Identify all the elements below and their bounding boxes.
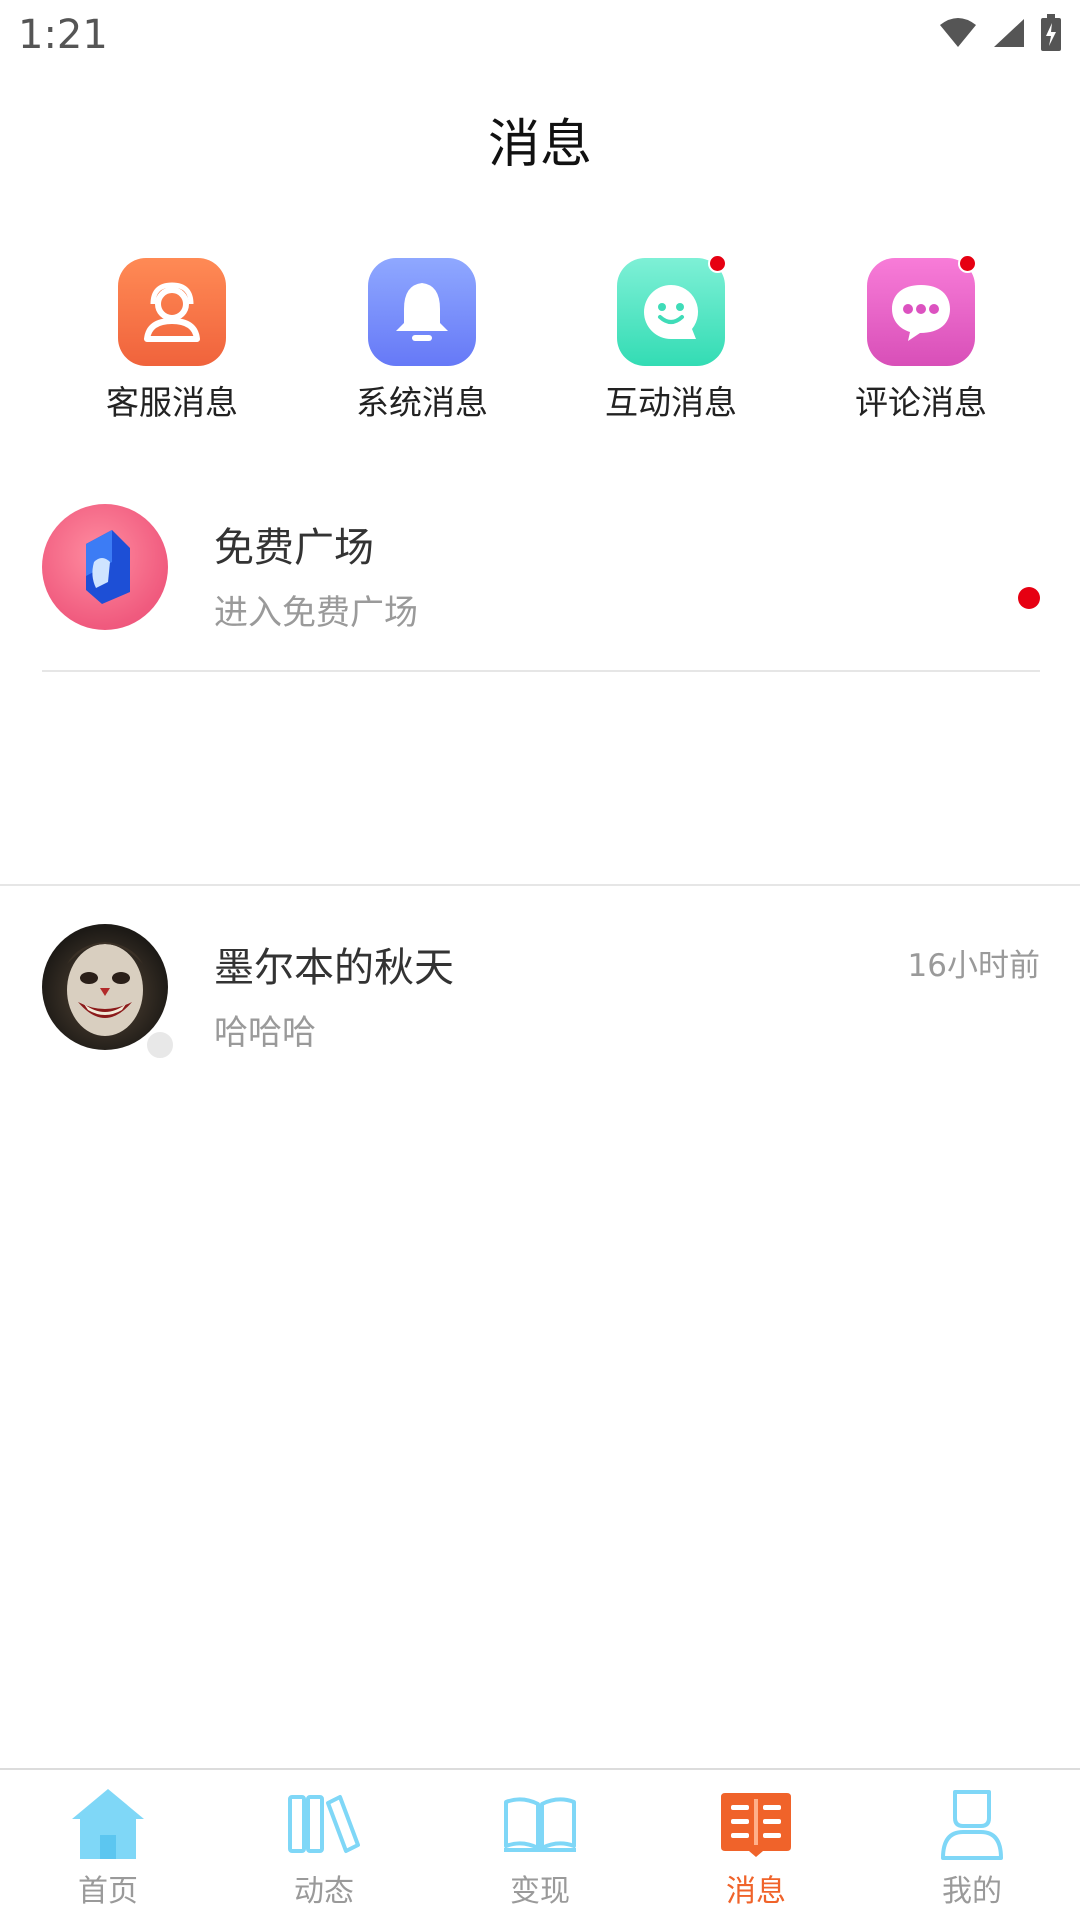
message-preview: 进入免费广场 bbox=[214, 593, 418, 633]
open-book-icon bbox=[432, 1784, 648, 1864]
bell-icon bbox=[368, 258, 476, 366]
divider bbox=[42, 670, 1040, 672]
category-customer-service[interactable]: 客服消息 bbox=[72, 255, 272, 424]
nav-messages[interactable]: 消息 bbox=[648, 1784, 864, 1910]
nav-home[interactable]: 首页 bbox=[0, 1784, 216, 1910]
nav-label: 我的 bbox=[942, 1874, 1002, 1909]
category-label: 系统消息 bbox=[356, 383, 488, 422]
category-label: 互动消息 bbox=[605, 383, 737, 422]
nav-label: 消息 bbox=[726, 1874, 786, 1909]
status-icons bbox=[938, 14, 1062, 52]
bottom-nav: 首页 动态 变现 消息 我的 bbox=[0, 1768, 1080, 1922]
message-list: 免费广场 进入免费广场 墨尔本的秋天 哈哈哈 16小时前 bbox=[0, 490, 1080, 1061]
status-bar: 1:21 bbox=[0, 0, 1080, 74]
status-dot bbox=[144, 1029, 176, 1061]
message-categories: 客服消息 系统消息 互动消息 评论消息 bbox=[0, 254, 1080, 435]
plaza-logo-avatar bbox=[42, 504, 168, 630]
message-list-icon bbox=[648, 1784, 864, 1864]
category-comments[interactable]: 评论消息 bbox=[821, 254, 1021, 424]
status-time: 1:21 bbox=[18, 12, 108, 58]
list-item-conversation[interactable]: 墨尔本的秋天 哈哈哈 16小时前 bbox=[0, 910, 1080, 1120]
nav-label: 变现 bbox=[510, 1874, 570, 1909]
nav-feed[interactable]: 动态 bbox=[216, 1784, 432, 1910]
contact-name: 墨尔本的秋天 bbox=[214, 945, 454, 991]
unread-dot bbox=[958, 254, 977, 273]
home-icon bbox=[0, 1784, 216, 1864]
page-title: 消息 bbox=[487, 115, 592, 175]
category-interaction[interactable]: 互动消息 bbox=[571, 254, 771, 424]
unread-dot bbox=[708, 254, 727, 273]
joker-avatar bbox=[42, 924, 168, 1050]
nav-label: 动态 bbox=[294, 1874, 354, 1909]
message-time: 16小时前 bbox=[907, 948, 1040, 984]
smiley-chat-icon bbox=[617, 254, 727, 366]
comment-dots-icon bbox=[867, 254, 977, 366]
category-label: 客服消息 bbox=[106, 383, 238, 422]
nav-profile[interactable]: 我的 bbox=[864, 1784, 1080, 1910]
category-label: 评论消息 bbox=[855, 383, 987, 422]
books-icon bbox=[216, 1784, 432, 1864]
contact-name: 免费广场 bbox=[214, 525, 374, 571]
battery-icon bbox=[1041, 14, 1061, 51]
list-item-free-plaza[interactable]: 免费广场 进入免费广场 bbox=[0, 490, 1080, 700]
nav-label: 首页 bbox=[78, 1874, 138, 1909]
headset-person-icon bbox=[118, 258, 226, 366]
profile-icon bbox=[864, 1784, 1080, 1864]
signal-icon bbox=[994, 19, 1024, 47]
divider bbox=[0, 884, 1080, 886]
nav-monetize[interactable]: 变现 bbox=[432, 1784, 648, 1910]
message-preview: 哈哈哈 bbox=[214, 1013, 316, 1053]
category-system[interactable]: 系统消息 bbox=[322, 255, 522, 424]
unread-dot bbox=[1018, 587, 1040, 609]
wifi-icon bbox=[940, 18, 976, 47]
